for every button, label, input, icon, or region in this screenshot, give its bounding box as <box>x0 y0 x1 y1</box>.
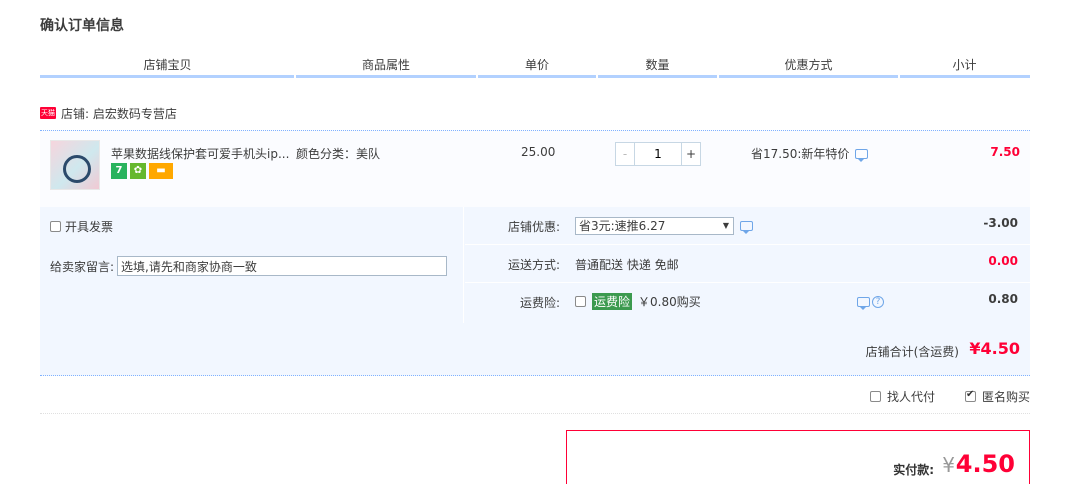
column-shop-item: 店铺宝贝 <box>143 58 192 72</box>
help-icon[interactable]: ? <box>872 296 884 308</box>
shipping-amount: 0.00 <box>988 254 1018 268</box>
insurance-price: ￥0.80购买 <box>638 295 701 309</box>
chat-icon[interactable] <box>855 148 869 162</box>
invoice-option[interactable]: 开具发票 <box>50 218 113 235</box>
invoice-label: 开具发票 <box>65 220 114 234</box>
chat-icon[interactable] <box>740 221 753 234</box>
invoice-checkbox[interactable] <box>50 221 61 232</box>
shop-discount-select[interactable]: 省3元:速推6.27 <box>575 217 734 235</box>
column-header: 店铺宝贝 商品属性 单价 数量 优惠方式 小计 <box>40 54 1030 78</box>
payment-box: 实付款: ¥ 4.50 <box>566 430 1030 484</box>
shop-total-amount: ¥4.50 <box>969 339 1020 358</box>
shipping-label: 运送方式: <box>507 258 560 272</box>
promotion-text: 省17.50:新年特价 <box>751 147 850 161</box>
product-sku: 颜色分类：美队 <box>296 147 381 161</box>
pay-for-me-checkbox[interactable] <box>869 391 881 402</box>
extra-options: 找人代付 匿名购买 <box>869 388 1030 405</box>
seller-message: 给卖家留言: <box>50 256 448 276</box>
product-thumbnail[interactable] <box>50 140 100 190</box>
column-unit-price: 单价 <box>524 58 549 72</box>
product-title[interactable]: 苹果数据线保护套可爱手机头ip... <box>111 145 289 162</box>
shipping-row: 运送方式: 普通配送 快递 免邮 0.00 <box>465 245 1030 283</box>
payment-currency: ¥ <box>942 453 955 477</box>
shop-discount-row: 店铺优惠: 省3元:速推6.27 -3.00 <box>465 207 1030 245</box>
service-badges: 7 ✿ ▬ <box>111 163 173 179</box>
shop-name[interactable]: 店铺: 启宏数码专营店 <box>61 105 177 122</box>
pay-for-me-option[interactable]: 找人代付 <box>869 388 935 405</box>
anonymous-purchase-option[interactable]: 匿名购买 <box>964 388 1030 405</box>
shop-discount-amount: -3.00 <box>983 216 1018 230</box>
item-row: 苹果数据线保护套可爱手机头ip... 7 ✿ ▬ 颜色分类：美队 25.00 -… <box>40 130 1030 207</box>
quantity-stepper: - + <box>615 142 701 166</box>
promotion: 省17.50:新年特价 <box>751 145 869 162</box>
insurance-badge: 运费险 <box>592 293 633 310</box>
options-right: 店铺优惠: 省3元:速推6.27 -3.00 运送方式: 普通配送 快递 免邮 … <box>465 207 1030 323</box>
insurance-amount: 0.80 <box>988 292 1018 306</box>
order-options: 开具发票 给卖家留言: 店铺优惠: 省3元:速推6.27 -3.00 运送方式:… <box>40 207 1030 323</box>
shield-icon[interactable]: ✿ <box>130 163 146 179</box>
quantity-input[interactable] <box>635 142 681 166</box>
insurance-checkbox[interactable] <box>575 296 586 307</box>
quantity-plus-button[interactable]: + <box>681 142 701 166</box>
payment-label: 实付款: <box>893 463 934 477</box>
shop-row: 天猫 店铺: 启宏数码专营店 <box>40 104 177 122</box>
column-attributes: 商品属性 <box>361 58 410 72</box>
message-input[interactable] <box>117 256 448 276</box>
anonymous-purchase-checkbox[interactable] <box>964 389 976 402</box>
message-label: 给卖家留言: <box>50 259 115 274</box>
column-quantity: 数量 <box>645 58 670 72</box>
insurance-label: 运费险: <box>519 296 560 310</box>
shop-total: 店铺合计(含运费) ¥4.50 <box>40 323 1030 376</box>
shop-total-label: 店铺合计(含运费) <box>865 345 959 359</box>
payment-amount: 4.50 <box>955 450 1015 478</box>
item-subtotal: 7.50 <box>990 145 1020 159</box>
options-left: 开具发票 给卖家留言: <box>40 207 464 323</box>
anonymous-purchase-label: 匿名购买 <box>981 390 1030 404</box>
insurance-row: 运费险: 运费险 ￥0.80购买 ? 0.80 <box>465 283 1030 321</box>
tmall-icon: 天猫 <box>40 107 56 119</box>
divider <box>40 413 1030 414</box>
chat-icon[interactable] <box>857 297 870 310</box>
seven-day-return-icon[interactable]: 7 <box>111 163 127 179</box>
column-subtotal: 小计 <box>952 58 977 72</box>
page-title: 确认订单信息 <box>40 18 124 34</box>
credit-card-icon[interactable]: ▬ <box>149 163 173 179</box>
shop-discount-label: 店铺优惠: <box>507 220 560 234</box>
pay-for-me-label: 找人代付 <box>886 390 935 404</box>
unit-price: 25.00 <box>521 145 556 159</box>
shipping-method: 普通配送 快递 免邮 <box>575 258 679 272</box>
quantity-minus-button[interactable]: - <box>615 142 635 166</box>
column-discount: 优惠方式 <box>784 58 833 72</box>
